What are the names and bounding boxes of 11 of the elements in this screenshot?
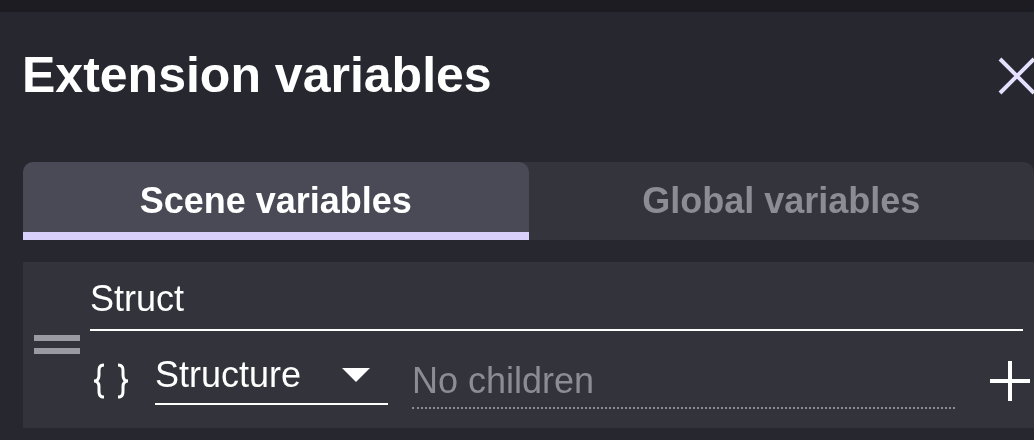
children-label: No children (412, 363, 955, 409)
drag-handle-icon[interactable] (34, 335, 80, 355)
dialog-title: Extension variables (22, 50, 492, 100)
variable-name-field[interactable]: Struct (90, 281, 1023, 331)
close-icon[interactable] (998, 55, 1034, 95)
add-icon[interactable] (990, 361, 1030, 401)
braces-icon (92, 362, 130, 400)
tab[interactable]: Scene variables (23, 162, 529, 240)
type-dropdown[interactable]: Structure (155, 357, 388, 405)
caret-icon (342, 368, 370, 382)
tab[interactable]: Global variables (528, 162, 1034, 240)
